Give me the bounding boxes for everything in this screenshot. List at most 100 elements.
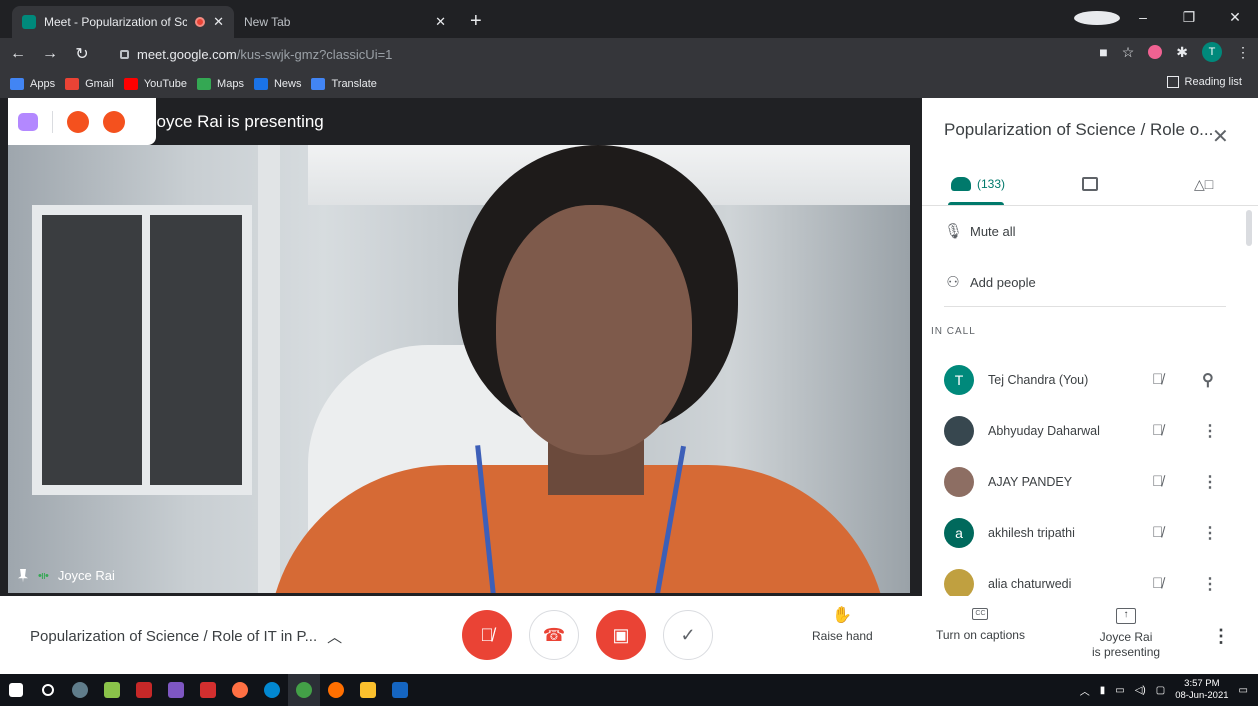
bookmark-label: Translate	[331, 78, 377, 90]
presenting-text: Joyce Rai is presenting	[148, 112, 324, 131]
close-tab-icon[interactable]: ✕	[435, 14, 446, 30]
puzzle-extensions-icon[interactable]: ✱	[1176, 44, 1188, 61]
volume-icon[interactable]: ◁)	[1135, 685, 1146, 696]
address-bar[interactable]: meet.google.com/kus-swjk-gmz?classicUi=1	[110, 42, 1070, 66]
extension-icon[interactable]	[1148, 45, 1163, 59]
visual-studio-icon	[168, 682, 184, 698]
reaction-extension-icon[interactable]	[103, 110, 125, 133]
background-window	[32, 205, 252, 495]
taskbar-app[interactable]	[224, 674, 256, 706]
profile-menu-icon[interactable]	[1074, 9, 1120, 26]
taskbar-app[interactable]	[128, 674, 160, 706]
whiteboard-extension-icon[interactable]	[18, 112, 38, 131]
taskbar-app[interactable]	[320, 674, 352, 706]
avatar: T	[944, 364, 974, 395]
start-button[interactable]	[0, 674, 32, 706]
attendance-check-button[interactable]: ✓	[663, 610, 713, 660]
maps-icon	[197, 78, 212, 90]
bookmark-translate[interactable]: Translate	[311, 78, 377, 90]
more-options-icon[interactable]: ⋮	[1202, 472, 1218, 492]
tab-title: New Tab	[244, 15, 291, 29]
windows-taskbar: ︿ ▮ ▭ ◁) ▢ 3:57 PM 08-Jun-2021 ▭	[0, 674, 1258, 706]
bookmark-maps[interactable]: Maps	[197, 78, 244, 90]
new-tab-button[interactable]: +	[470, 6, 482, 38]
bookmark-gmail[interactable]: Gmail	[65, 78, 114, 90]
bookmark-news[interactable]: News	[253, 78, 301, 90]
panel-tabs: (133) △□	[922, 162, 1258, 206]
taskbar-app[interactable]	[352, 674, 384, 706]
participant-row[interactable]: AJAY PANDEY 🎙̸ ⋮	[922, 456, 1258, 507]
people-count: (133)	[976, 176, 1005, 191]
bookmark-youtube[interactable]: YouTube	[123, 78, 187, 90]
panel-divider	[944, 306, 1226, 307]
close-panel-icon[interactable]: ✕	[1212, 124, 1229, 149]
close-tab-icon[interactable]: ✕	[213, 14, 224, 30]
microphone-icon[interactable]: ▮	[1100, 685, 1106, 696]
taskbar-app[interactable]	[256, 674, 288, 706]
mute-all-button[interactable]: 🎙 Mute all	[944, 222, 1016, 240]
tab-chat[interactable]	[1034, 162, 1146, 205]
taskbar-app[interactable]	[96, 674, 128, 706]
taskbar-app[interactable]	[64, 674, 96, 706]
check-icon: ✓	[680, 624, 696, 645]
search-taskbar-button[interactable]	[32, 674, 64, 706]
chevron-up-icon[interactable]: ︿	[1080, 683, 1090, 698]
close-window-icon[interactable]: ✕	[1212, 9, 1258, 26]
camera-in-use-icon[interactable]: ■	[1099, 44, 1107, 60]
forward-icon[interactable]: →	[36, 45, 64, 63]
bookmark-label: Gmail	[85, 78, 114, 90]
minimize-icon[interactable]: –	[1120, 9, 1166, 25]
notifications-icon[interactable]: ▭	[1239, 685, 1248, 696]
presenter-line2: is presenting	[1092, 645, 1161, 659]
attendance-extension-icon[interactable]	[67, 110, 89, 133]
raise-hand-button[interactable]: ✋ Raise hand	[812, 608, 873, 644]
more-options-icon[interactable]: ⋮	[1202, 523, 1218, 543]
taskbar-app[interactable]	[288, 674, 320, 706]
battery-icon[interactable]: ▭	[1115, 685, 1124, 696]
tab-meet[interactable]: Meet - Popularization of Scienc ✕	[12, 6, 234, 38]
bookmark-label: Apps	[30, 78, 56, 90]
reading-list-icon	[1166, 76, 1179, 88]
taskbar-app[interactable]	[160, 674, 192, 706]
profile-avatar[interactable]: T	[1202, 42, 1222, 62]
presentation-button[interactable]: ↑ Joyce Rai is presenting	[1092, 608, 1160, 660]
participant-row[interactable]: T Tej Chandra (You) 🎙̸ ⚲	[922, 354, 1258, 405]
participant-row[interactable]: a akhilesh tripathi 🎙̸ ⋮	[922, 507, 1258, 558]
hand-icon: ✋	[832, 607, 853, 624]
tab-activities[interactable]: △□	[1146, 162, 1258, 205]
bookmark-apps[interactable]: Apps	[10, 78, 55, 90]
more-options-icon[interactable]: ⋮	[1212, 626, 1230, 647]
meeting-controls-bar: Popularization of Science / Role of IT i…	[0, 596, 1258, 674]
participant-name: Abhyuday Daharwal	[988, 423, 1100, 438]
presenter-video	[8, 145, 910, 593]
microphone-toggle-button[interactable]: 🎙̸	[462, 610, 512, 660]
chrome-menu-icon[interactable]: ⋮	[1236, 44, 1250, 61]
camera-toggle-button[interactable]: ▣	[596, 610, 646, 660]
bookmark-star-icon[interactable]: ☆	[1122, 44, 1135, 61]
tab-new-tab[interactable]: New Tab ✕	[234, 6, 456, 38]
tab-people[interactable]: (133)	[922, 162, 1034, 205]
participant-row[interactable]: Abhyuday Daharwal 🎙̸ ⋮	[922, 405, 1258, 456]
activities-icon: △□	[1194, 175, 1214, 192]
taskbar-app[interactable]	[192, 674, 224, 706]
participant-row[interactable]: alia chaturwedi 🎙̸ ⋮	[922, 558, 1258, 596]
pin-icon[interactable]	[18, 568, 28, 583]
reload-icon[interactable]: ↻	[68, 44, 96, 64]
taskbar-app[interactable]	[384, 674, 416, 706]
panel-scrollbar[interactable]	[1246, 210, 1252, 246]
clock[interactable]: 3:57 PM 08-Jun-2021	[1175, 678, 1228, 702]
add-people-button[interactable]: ⚇ Add people	[944, 273, 1036, 291]
maximize-icon[interactable]: ❐	[1166, 9, 1212, 26]
avatar	[944, 466, 974, 497]
reading-list-button[interactable]: Reading list	[1166, 76, 1242, 88]
captions-button[interactable]: CC Turn on captions	[936, 608, 1025, 643]
more-options-icon[interactable]: ⋮	[1202, 574, 1218, 594]
pin-participant-icon[interactable]: ⚲	[1202, 370, 1214, 390]
add-person-icon: ⚇	[946, 274, 960, 291]
more-options-icon[interactable]: ⋮	[1202, 421, 1218, 441]
leave-call-button[interactable]: ☎	[529, 610, 579, 660]
network-icon[interactable]: ▢	[1156, 685, 1165, 696]
participant-name-tag: •ıı• Joyce Rai	[18, 568, 115, 583]
meeting-details-button[interactable]: Popularization of Science / Role of IT i…	[30, 626, 342, 647]
back-icon[interactable]: ←	[4, 45, 32, 63]
